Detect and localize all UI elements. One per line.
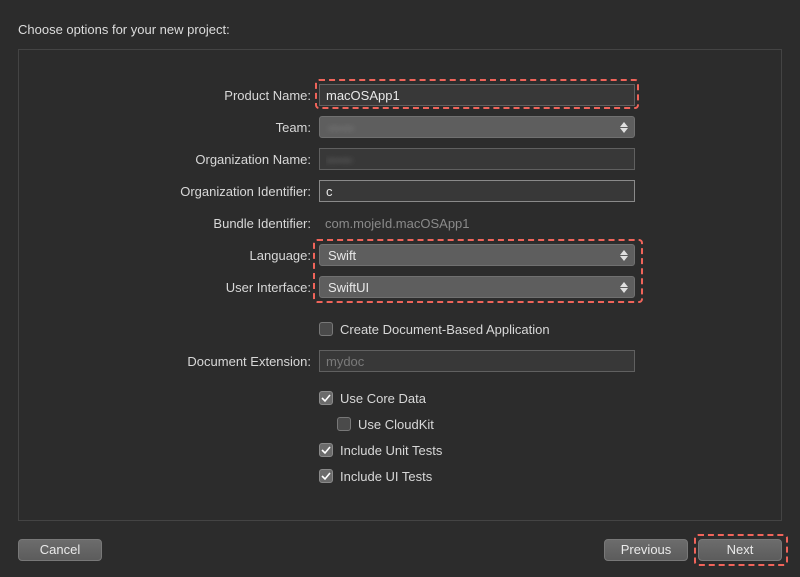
stepper-arrows-icon [616, 246, 632, 264]
team-value: —— [328, 120, 354, 135]
footer: Cancel Previous Next [0, 522, 800, 577]
user-interface-value: SwiftUI [328, 280, 369, 295]
label-team: Team: [19, 120, 319, 135]
label-org-id: Organization Identifier: [19, 184, 319, 199]
previous-button[interactable]: Previous [604, 539, 688, 561]
label-org-name: Organization Name: [19, 152, 319, 167]
stepper-arrows-icon [616, 278, 632, 296]
org-id-input[interactable] [319, 180, 635, 202]
core-data-checkbox[interactable]: Use Core Data [319, 387, 426, 409]
user-interface-popup[interactable]: SwiftUI [319, 276, 635, 298]
checkbox-icon [319, 391, 333, 405]
label-product-name: Product Name: [19, 88, 319, 103]
create-doc-checkbox[interactable]: Create Document-Based Application [319, 318, 550, 340]
checkbox-icon [319, 322, 333, 336]
cancel-button[interactable]: Cancel [18, 539, 102, 561]
checkbox-icon [319, 469, 333, 483]
options-panel: Product Name: Team: —— Organization Name… [18, 49, 782, 521]
ui-tests-checkbox[interactable]: Include UI Tests [319, 465, 432, 487]
cloudkit-checkbox[interactable]: Use CloudKit [337, 413, 434, 435]
stepper-arrows-icon [616, 118, 632, 136]
ui-tests-label: Include UI Tests [340, 469, 432, 484]
language-popup[interactable]: Swift [319, 244, 635, 266]
unit-tests-checkbox[interactable]: Include Unit Tests [319, 439, 442, 461]
next-button[interactable]: Next [698, 539, 782, 561]
label-user-interface: User Interface: [19, 280, 319, 295]
unit-tests-label: Include Unit Tests [340, 443, 442, 458]
checkbox-icon [337, 417, 351, 431]
checkbox-icon [319, 443, 333, 457]
bundle-id-value: com.mojeId.macOSApp1 [319, 216, 470, 231]
team-popup[interactable]: —— [319, 116, 635, 138]
doc-ext-input [319, 350, 635, 372]
dialog-title: Choose options for your new project: [0, 0, 800, 49]
cloudkit-label: Use CloudKit [358, 417, 434, 432]
label-language: Language: [19, 248, 319, 263]
label-bundle-id: Bundle Identifier: [19, 216, 319, 231]
language-value: Swift [328, 248, 356, 263]
org-name-input[interactable] [319, 148, 635, 170]
create-doc-label: Create Document-Based Application [340, 322, 550, 337]
label-doc-ext: Document Extension: [19, 354, 319, 369]
product-name-input[interactable] [319, 84, 635, 106]
core-data-label: Use Core Data [340, 391, 426, 406]
